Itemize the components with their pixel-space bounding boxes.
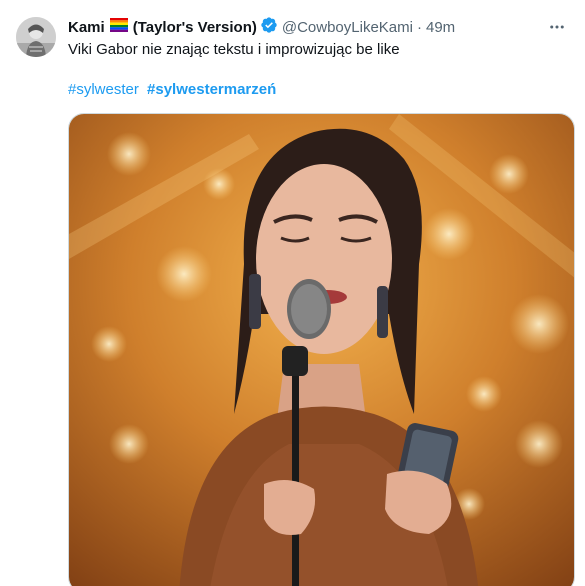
display-name[interactable]: Kami — [68, 18, 105, 38]
tweet-header: Kami (Taylor's Version) @CowboyLikeKami … — [68, 17, 575, 39]
verified-badge-icon[interactable] — [260, 16, 278, 40]
separator: · — [416, 19, 422, 36]
more-icon[interactable] — [541, 11, 573, 43]
handle[interactable]: @CowboyLikeKami — [282, 18, 413, 38]
rainbow-flag-icon — [109, 18, 128, 38]
tweet[interactable]: Kami (Taylor's Version) @CowboyLikeKami … — [0, 0, 585, 586]
tweet-content: Kami (Taylor's Version) @CowboyLikeKami … — [68, 17, 575, 100]
tweet-text: Viki Gabor nie znając tekstu i improwizu… — [68, 41, 400, 58]
photo-icon — [69, 114, 574, 586]
hashtag-line: #sylwester #sylwestermarzeń — [68, 80, 575, 100]
avatar[interactable] — [16, 17, 56, 57]
tweet-media[interactable] — [68, 113, 575, 586]
display-name-suffix[interactable]: (Taylor's Version) — [133, 18, 257, 38]
hashtag-sylwestermarzen[interactable]: #sylwestermarzeń — [147, 81, 276, 98]
hashtag-sylwester[interactable]: #sylwester — [68, 81, 139, 98]
timestamp[interactable]: 49m — [426, 18, 455, 38]
avatar-image — [16, 17, 56, 57]
